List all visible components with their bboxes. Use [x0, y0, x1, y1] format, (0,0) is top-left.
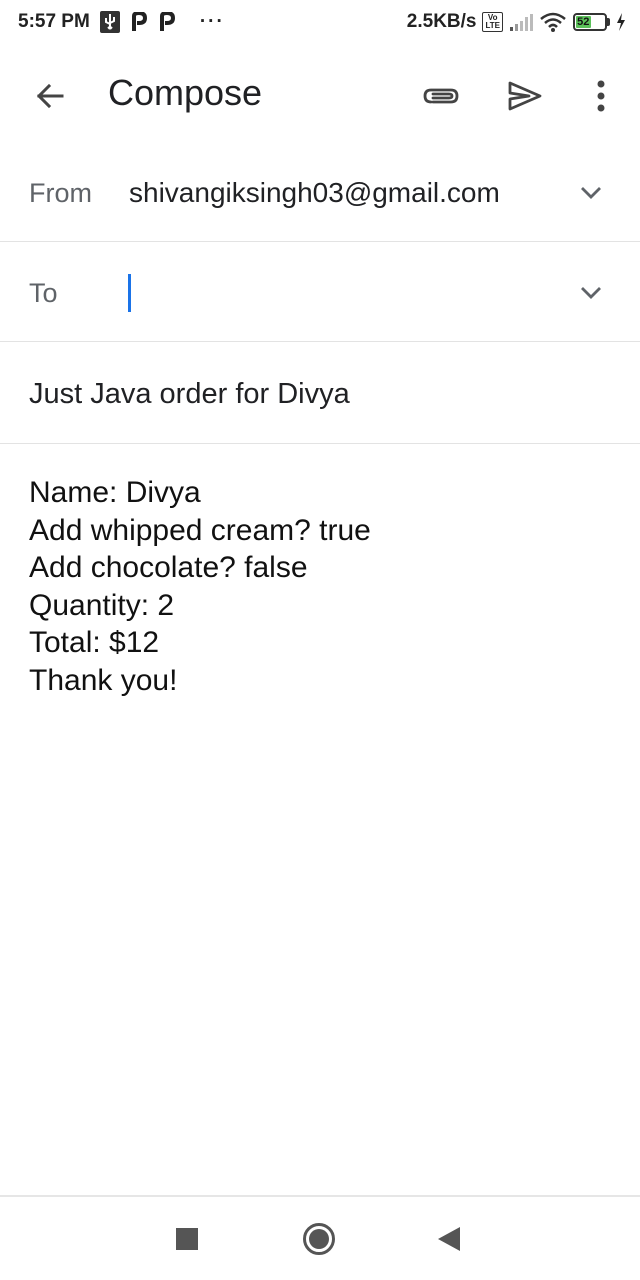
send-button[interactable] [502, 74, 548, 118]
battery-icon: 52 [573, 13, 610, 31]
page-title: Compose [108, 72, 263, 113]
text-cursor [128, 274, 131, 312]
more-options-button[interactable] [584, 74, 618, 118]
to-label: To [29, 278, 58, 308]
from-dropdown-button[interactable] [574, 176, 608, 210]
email-body[interactable]: Name: Divya Add whipped cream? true Add … [29, 474, 371, 699]
attach-button[interactable] [418, 74, 464, 118]
p-app-icon [130, 12, 148, 32]
back-arrow-icon [36, 83, 64, 109]
to-field-row[interactable]: To [0, 242, 640, 342]
body-line: Thank you! [29, 663, 178, 697]
send-icon [508, 81, 542, 111]
body-line: Add chocolate? false [29, 551, 308, 584]
to-dropdown-button[interactable] [574, 276, 608, 310]
from-field-row[interactable]: From shivangiksingh03@gmail.com [0, 142, 640, 242]
more-vert-icon [597, 80, 605, 112]
attachment-icon [423, 88, 459, 104]
status-time: 5:57 PM [18, 11, 90, 32]
subject-field-row[interactable]: Just Java order for Divya [0, 342, 640, 444]
battery-level: 52 [576, 16, 591, 28]
body-line: Quantity: 2 [29, 588, 175, 622]
system-nav-bar [0, 1195, 640, 1280]
wifi-icon [539, 12, 567, 32]
recents-icon[interactable] [176, 1228, 198, 1250]
volte-badge: Vo LTE [482, 12, 503, 32]
back-button[interactable] [30, 76, 70, 116]
body-line: Name: Divya [29, 476, 201, 509]
status-bar-right: 2.5KB/s Vo LTE 52 [407, 11, 626, 33]
chevron-down-icon [581, 187, 601, 199]
body-line: Add whipped cream? true [29, 513, 371, 547]
back-icon[interactable] [438, 1227, 460, 1251]
status-overflow-dots: ··· [199, 11, 225, 32]
subject-input[interactable]: Just Java order for Divya [29, 378, 350, 411]
from-label: From [29, 178, 92, 208]
signal-icon [509, 13, 533, 31]
charging-icon [616, 13, 626, 31]
app-bar: Compose [0, 52, 640, 136]
status-bar-left: 5:57 PM ··· [18, 11, 225, 33]
status-bar: 5:57 PM ··· 2.5KB/s Vo LTE 52 [0, 0, 640, 44]
home-icon[interactable] [303, 1223, 335, 1255]
chevron-down-icon [581, 287, 601, 299]
net-speed: 2.5KB/s [406, 11, 477, 32]
body-line: Total: $12 [29, 626, 160, 659]
from-value[interactable]: shivangiksingh03@gmail.com [129, 177, 500, 209]
p-app-icon [158, 12, 176, 32]
usb-icon [99, 11, 120, 33]
